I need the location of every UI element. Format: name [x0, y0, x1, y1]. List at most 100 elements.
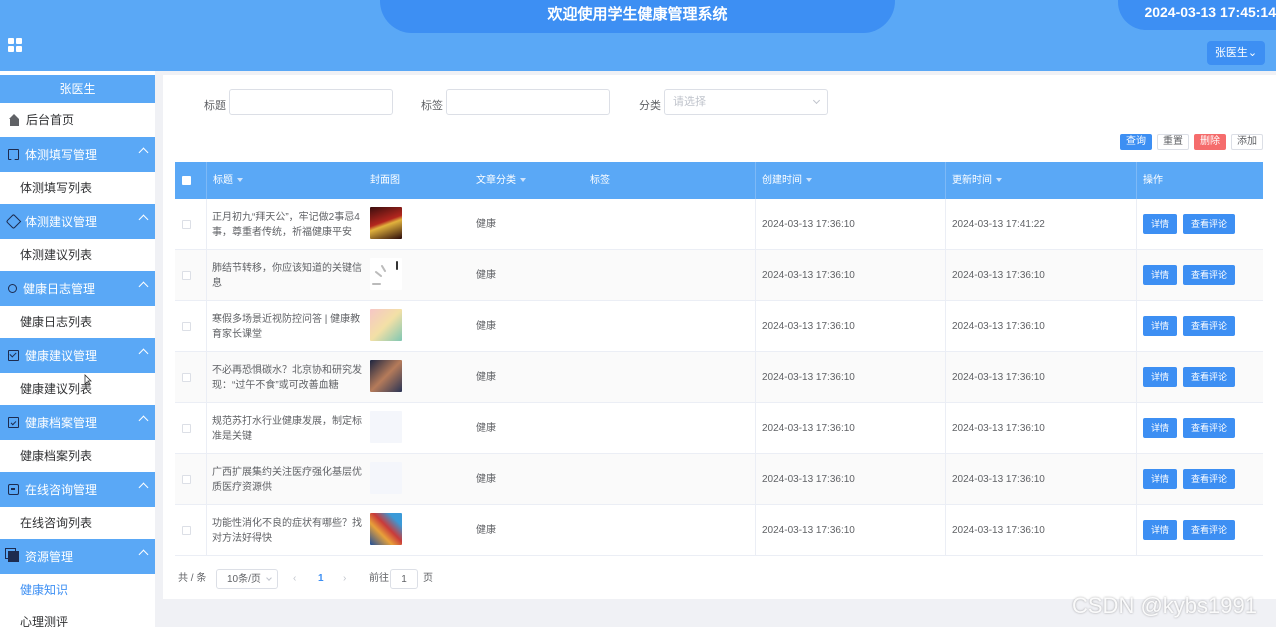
view-comments-button[interactable]: 查看评论 — [1183, 469, 1236, 489]
row-category: 健康 — [476, 321, 496, 332]
sidebar-group-health-record[interactable]: 健康档案管理 — [0, 405, 155, 440]
view-comments-button[interactable]: 查看评论 — [1183, 265, 1236, 285]
next-page-icon[interactable]: › — [343, 569, 346, 589]
articles-table: 标题 封面图 文章分类 标签 创建时间 更新时间 操作 正月初九“拜天公”，牢记… — [175, 162, 1263, 556]
row-actions: 详情 查看评论 — [1143, 367, 1241, 387]
query-button[interactable]: 查询 — [1120, 134, 1152, 150]
sidebar-item-physical-test-list[interactable]: 体测填写列表 — [0, 172, 155, 204]
row-category: 健康 — [476, 474, 496, 485]
column-divider — [755, 505, 756, 556]
sidebar-item-health-advice-list[interactable]: 健康建议列表 — [0, 373, 155, 405]
total-count: 共 / 条 — [178, 573, 207, 584]
app-title: 欢迎使用学生健康管理系统 — [547, 6, 728, 23]
reset-button[interactable]: 重置 — [1157, 134, 1189, 150]
row-checkbox[interactable] — [182, 322, 191, 331]
column-header-label: 更新时间 — [952, 175, 992, 186]
sidebar: 张医生 后台首页 体测填写管理 体测填写列表 体测建议管理 体测建议列表 健康日… — [0, 71, 155, 627]
sidebar-group-health-advice[interactable]: 健康建议管理 — [0, 338, 155, 373]
view-comments-button[interactable]: 查看评论 — [1183, 367, 1236, 387]
inbox-icon — [8, 350, 19, 361]
sidebar-item-health-record-list[interactable]: 健康档案列表 — [0, 440, 155, 472]
sidebar-group-test-advice[interactable]: 体测建议管理 — [0, 204, 155, 239]
row-cover-image — [370, 462, 402, 494]
detail-button[interactable]: 详情 — [1143, 265, 1178, 285]
detail-button[interactable]: 详情 — [1143, 316, 1178, 336]
view-comments-button[interactable]: 查看评论 — [1183, 520, 1236, 540]
row-checkbox[interactable] — [182, 475, 191, 484]
row-updated-time: 2024-03-13 17:36:10 — [952, 321, 1045, 332]
bookmark-icon — [8, 149, 19, 160]
tag-filter-input[interactable] — [446, 89, 610, 115]
apps-grid-icon[interactable] — [8, 38, 22, 52]
sidebar-item-test-advice-list[interactable]: 体测建议列表 — [0, 239, 155, 271]
detail-button[interactable]: 详情 — [1143, 520, 1178, 540]
row-checkbox[interactable] — [182, 526, 191, 535]
sidebar-group-physical-test[interactable]: 体测填写管理 — [0, 137, 155, 172]
delete-button[interactable]: 删除 — [1194, 134, 1226, 150]
column-header-updated[interactable]: 更新时间 — [952, 162, 1002, 199]
detail-button[interactable]: 详情 — [1143, 418, 1178, 438]
row-created-time: 2024-03-13 17:36:10 — [762, 474, 855, 485]
detail-button[interactable]: 详情 — [1143, 367, 1178, 387]
header-datetime: 2024-03-13 17:45:14 — [1144, 4, 1276, 20]
sidebar-group-label: 在线咨询管理 — [25, 483, 98, 497]
column-header-created[interactable]: 创建时间 — [762, 162, 812, 199]
add-button[interactable]: 添加 — [1231, 134, 1263, 150]
column-divider — [755, 301, 756, 352]
view-comments-button[interactable]: 查看评论 — [1183, 316, 1236, 336]
view-comments-button[interactable]: 查看评论 — [1183, 418, 1236, 438]
row-checkbox[interactable] — [182, 424, 191, 433]
column-divider — [1136, 352, 1137, 403]
row-created-time: 2024-03-13 17:36:10 — [762, 270, 855, 281]
sidebar-item-health-log-list[interactable]: 健康日志列表 — [0, 306, 155, 338]
table-row: 正月初九“拜天公”，牢记做2事忌4事，尊重者传统，祈福健康平安 健康 2024-03… — [175, 199, 1263, 250]
sidebar-item-label: 后台首页 — [26, 113, 75, 127]
sidebar-item-health-knowledge[interactable]: 健康知识 — [0, 574, 155, 606]
title-filter-input[interactable] — [229, 89, 393, 115]
row-title: 规范苏打水行业健康发展，制定标准是关键 — [212, 416, 362, 442]
page-number[interactable]: 1 — [318, 569, 324, 589]
row-created-time: 2024-03-13 17:36:10 — [762, 372, 855, 383]
column-divider — [206, 454, 207, 505]
row-created-time: 2024-03-13 17:36:10 — [762, 219, 855, 230]
tag-icon — [5, 213, 22, 230]
detail-button[interactable]: 详情 — [1143, 469, 1178, 489]
column-divider — [1136, 250, 1137, 301]
user-menu-button[interactable]: 张医生⌄ — [1207, 41, 1265, 65]
sidebar-group-health-log[interactable]: 健康日志管理 — [0, 271, 155, 306]
row-created-time: 2024-03-13 17:36:10 — [762, 423, 855, 434]
row-actions: 详情 查看评论 — [1143, 265, 1241, 285]
sidebar-item-home[interactable]: 后台首页 — [0, 103, 155, 137]
column-header-title[interactable]: 标题 — [213, 162, 243, 199]
prev-page-icon[interactable]: ‹ — [293, 569, 296, 589]
chevron-down-icon — [812, 96, 821, 105]
sidebar-group-label: 体测建议管理 — [25, 215, 98, 229]
row-created-time: 2024-03-13 17:36:10 — [762, 525, 855, 536]
page-size-select[interactable]: 10条/页 — [216, 569, 278, 589]
column-divider — [945, 505, 946, 556]
detail-button[interactable]: 详情 — [1143, 214, 1178, 234]
row-checkbox[interactable] — [182, 373, 191, 382]
category-filter-select[interactable]: 请选择 — [664, 89, 828, 115]
column-divider — [945, 199, 946, 250]
sidebar-group-consult[interactable]: 在线咨询管理 — [0, 472, 155, 507]
sidebar-group-label: 健康日志管理 — [23, 282, 96, 296]
sidebar-item-consult-list[interactable]: 在线咨询列表 — [0, 507, 155, 539]
column-divider — [755, 162, 756, 199]
view-comments-button[interactable]: 查看评论 — [1183, 214, 1236, 234]
column-header-tag: 标签 — [590, 175, 610, 186]
goto-page-input[interactable]: 1 — [390, 569, 418, 589]
home-icon — [9, 113, 20, 126]
table-row: 功能性消化不良的症状有哪些？找对方法好得快 健康 2024-03-13 17:36:… — [175, 505, 1263, 556]
sort-icon — [806, 178, 812, 183]
sidebar-item-psych-test[interactable]: 心理测评 — [0, 606, 155, 627]
row-checkbox[interactable] — [182, 271, 191, 280]
select-all-checkbox[interactable] — [182, 176, 191, 185]
column-header-category[interactable]: 文章分类 — [476, 162, 526, 199]
column-divider — [206, 250, 207, 301]
sort-icon — [520, 178, 526, 183]
user-menu-label: 张医生 — [1214, 47, 1248, 59]
sidebar-group-resources[interactable]: 资源管理 — [0, 539, 155, 574]
row-checkbox[interactable] — [182, 220, 191, 229]
column-divider — [206, 505, 207, 556]
